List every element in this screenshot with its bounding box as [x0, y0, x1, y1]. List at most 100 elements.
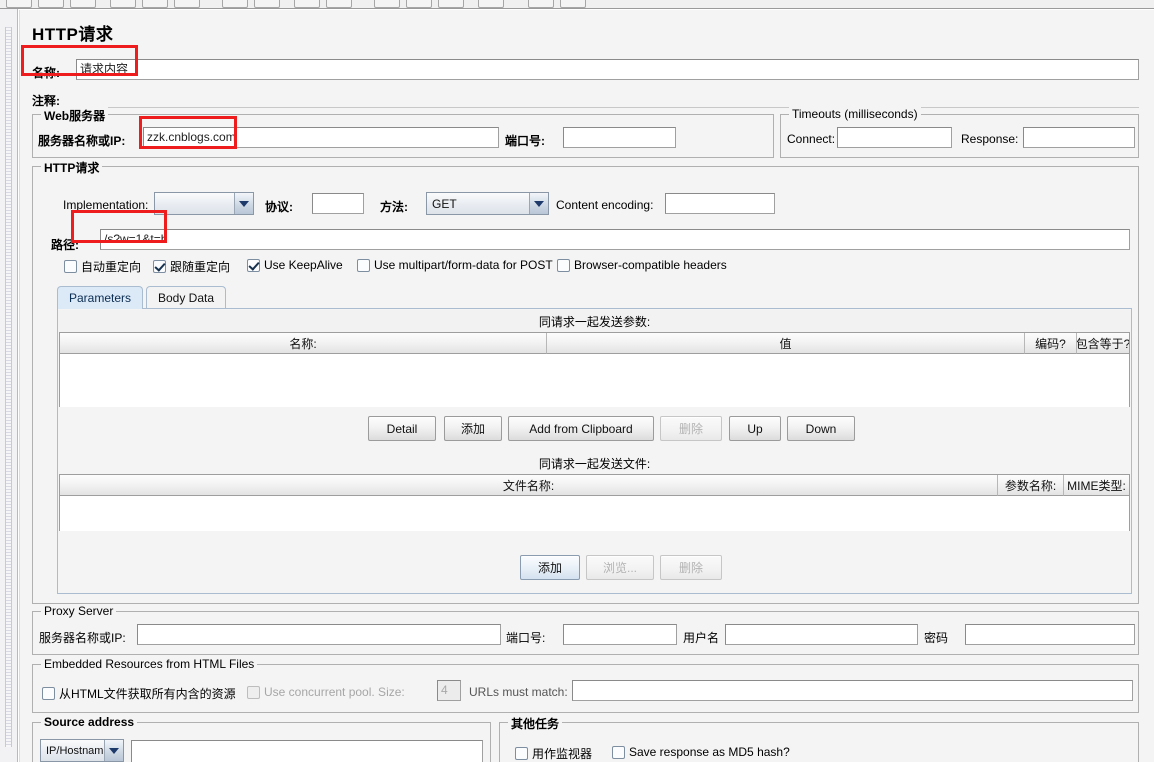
http-request-group: HTTP请求 Implementation: 协议: 方法: GET Conte…: [32, 159, 1139, 604]
params-table-body[interactable]: [60, 354, 1129, 407]
proxy-server-group-title: Proxy Server: [41, 604, 117, 618]
parameters-tab-pane: 同请求一起发送参数: 名称: 值 编码? 包含等于? Detail 添加 Add…: [57, 308, 1132, 594]
content-encoding-input[interactable]: [665, 193, 775, 214]
tab-body-data[interactable]: Body Data: [146, 286, 227, 309]
embedded-resources-group-title: Embedded Resources from HTML Files: [41, 657, 258, 671]
toolbar-button[interactable]: [142, 0, 168, 8]
proxy-port-label: 端口号:: [506, 631, 546, 645]
port-label: 端口号:: [505, 134, 545, 148]
toolbar-button[interactable]: [528, 0, 554, 8]
use-multipart-checkbox[interactable]: Use multipart/form-data for POST: [357, 258, 553, 272]
checkbox-box: [557, 258, 570, 272]
toolbar-button[interactable]: [222, 0, 248, 8]
urls-must-match-input[interactable]: [572, 680, 1133, 701]
toolbar-button[interactable]: [438, 0, 464, 8]
chevron-down-icon[interactable]: [104, 740, 123, 761]
toolbar-button[interactable]: [374, 0, 400, 8]
delete-file-button: 删除: [660, 555, 722, 580]
toolbar-button[interactable]: [326, 0, 352, 8]
source-address-type-select[interactable]: IP/Hostname: [40, 739, 124, 762]
comment-input[interactable]: [76, 87, 1139, 108]
http-request-group-title: HTTP请求: [41, 159, 103, 176]
retrieve-embedded-checkbox[interactable]: 从HTML文件获取所有内含的资源: [42, 685, 236, 702]
checkbox-box: [612, 745, 625, 759]
detail-button-label: Detail: [386, 421, 418, 436]
params-col-include[interactable]: 包含等于?: [1077, 333, 1129, 354]
files-col-mime[interactable]: MIME类型:: [1064, 475, 1129, 496]
toolbar-button[interactable]: [70, 0, 96, 8]
tab-parameters[interactable]: Parameters: [57, 286, 144, 309]
add-from-clipboard-label: Add from Clipboard: [529, 421, 633, 436]
toolbar-button[interactable]: [6, 0, 32, 8]
split-pane-divider[interactable]: [0, 9, 18, 762]
toolbar-button[interactable]: [110, 0, 136, 8]
method-select[interactable]: GET: [426, 192, 549, 215]
request-tabs: Parameters Body Data: [57, 286, 1117, 309]
urls-must-match-label: URLs must match:: [469, 685, 568, 699]
proxy-server-label: 服务器名称或IP:: [39, 631, 126, 645]
response-timeout-input[interactable]: [1023, 127, 1135, 148]
protocol-label: 协议:: [265, 200, 293, 214]
auto-redirect-checkbox[interactable]: 自动重定向: [64, 258, 141, 275]
chevron-down-icon[interactable]: [529, 193, 548, 214]
proxy-username-input[interactable]: [725, 624, 918, 645]
path-label: 路径:: [51, 238, 79, 252]
files-col-param[interactable]: 参数名称:: [998, 475, 1064, 496]
browser-headers-checkbox[interactable]: Browser-compatible headers: [557, 258, 727, 272]
implementation-select[interactable]: [154, 192, 254, 215]
use-as-monitor-label: 用作监视器: [532, 747, 593, 761]
toolbar-button[interactable]: [478, 0, 504, 8]
response-timeout-label: Response:: [961, 132, 1019, 146]
proxy-password-label: 密码: [924, 631, 949, 645]
params-col-name[interactable]: 名称:: [60, 333, 547, 354]
source-address-input[interactable]: [131, 740, 483, 762]
params-col-value[interactable]: 值: [547, 333, 1025, 354]
source-address-type-value: IP/Hostname: [46, 744, 104, 757]
save-md5-checkbox[interactable]: Save response as MD5 hash?: [612, 745, 790, 759]
proxy-port-input[interactable]: [563, 624, 677, 645]
server-name-input[interactable]: zzk.cnblogs.com: [143, 127, 499, 148]
params-table[interactable]: 名称: 值 编码? 包含等于?: [59, 332, 1130, 407]
toolbar-strip: [0, 0, 1154, 9]
connect-timeout-input[interactable]: [837, 127, 952, 148]
detail-button[interactable]: Detail: [368, 416, 436, 441]
files-table-body[interactable]: [60, 496, 1129, 531]
files-table[interactable]: 文件名称: 参数名称: MIME类型:: [59, 474, 1130, 531]
server-name-label: 服务器名称或IP:: [38, 134, 126, 148]
move-up-button[interactable]: Up: [729, 416, 781, 441]
timeouts-group-title: Timeouts (milliseconds): [789, 107, 921, 121]
checkbox-box: [153, 260, 166, 273]
use-keepalive-checkbox[interactable]: Use KeepAlive: [247, 258, 343, 272]
web-server-group-title: Web服务器: [41, 107, 109, 124]
web-server-group: Web服务器 服务器名称或IP: zzk.cnblogs.com 端口号:: [32, 107, 774, 158]
delete-param-button: 删除: [660, 416, 722, 441]
files-col-filename[interactable]: 文件名称:: [60, 475, 998, 496]
protocol-input[interactable]: [312, 193, 364, 214]
proxy-server-input[interactable]: [137, 624, 501, 645]
name-input[interactable]: 请求内容: [76, 59, 1139, 80]
port-input[interactable]: [563, 127, 676, 148]
timeouts-group: Timeouts (milliseconds) Connect: Respons…: [780, 107, 1139, 158]
move-down-button[interactable]: Down: [787, 416, 855, 441]
toolbar-button[interactable]: [254, 0, 280, 8]
params-col-encode[interactable]: 编码?: [1025, 333, 1077, 354]
split-pane-drag-handle[interactable]: [5, 27, 12, 747]
path-input[interactable]: /s?w=1&t=b: [100, 229, 1130, 250]
toolbar-button[interactable]: [294, 0, 320, 8]
other-tasks-group: 其他任务 用作监视器 Save response as MD5 hash?: [499, 715, 1139, 762]
use-as-monitor-checkbox[interactable]: 用作监视器: [515, 745, 592, 762]
method-label: 方法:: [380, 200, 408, 214]
proxy-password-input[interactable]: [965, 624, 1135, 645]
toolbar-button[interactable]: [174, 0, 200, 8]
toolbar-button[interactable]: [560, 0, 586, 8]
toolbar-button[interactable]: [406, 0, 432, 8]
checkbox-box: [515, 747, 528, 760]
add-param-button[interactable]: 添加: [444, 416, 502, 441]
proxy-server-group: Proxy Server 服务器名称或IP: 端口号: 用户名 密码: [32, 604, 1139, 655]
toolbar-button[interactable]: [38, 0, 64, 8]
implementation-label: Implementation:: [63, 198, 149, 212]
follow-redirect-checkbox[interactable]: 跟随重定向: [153, 258, 230, 275]
add-from-clipboard-button[interactable]: Add from Clipboard: [508, 416, 654, 441]
chevron-down-icon[interactable]: [234, 193, 253, 214]
add-file-button[interactable]: 添加: [520, 555, 580, 580]
